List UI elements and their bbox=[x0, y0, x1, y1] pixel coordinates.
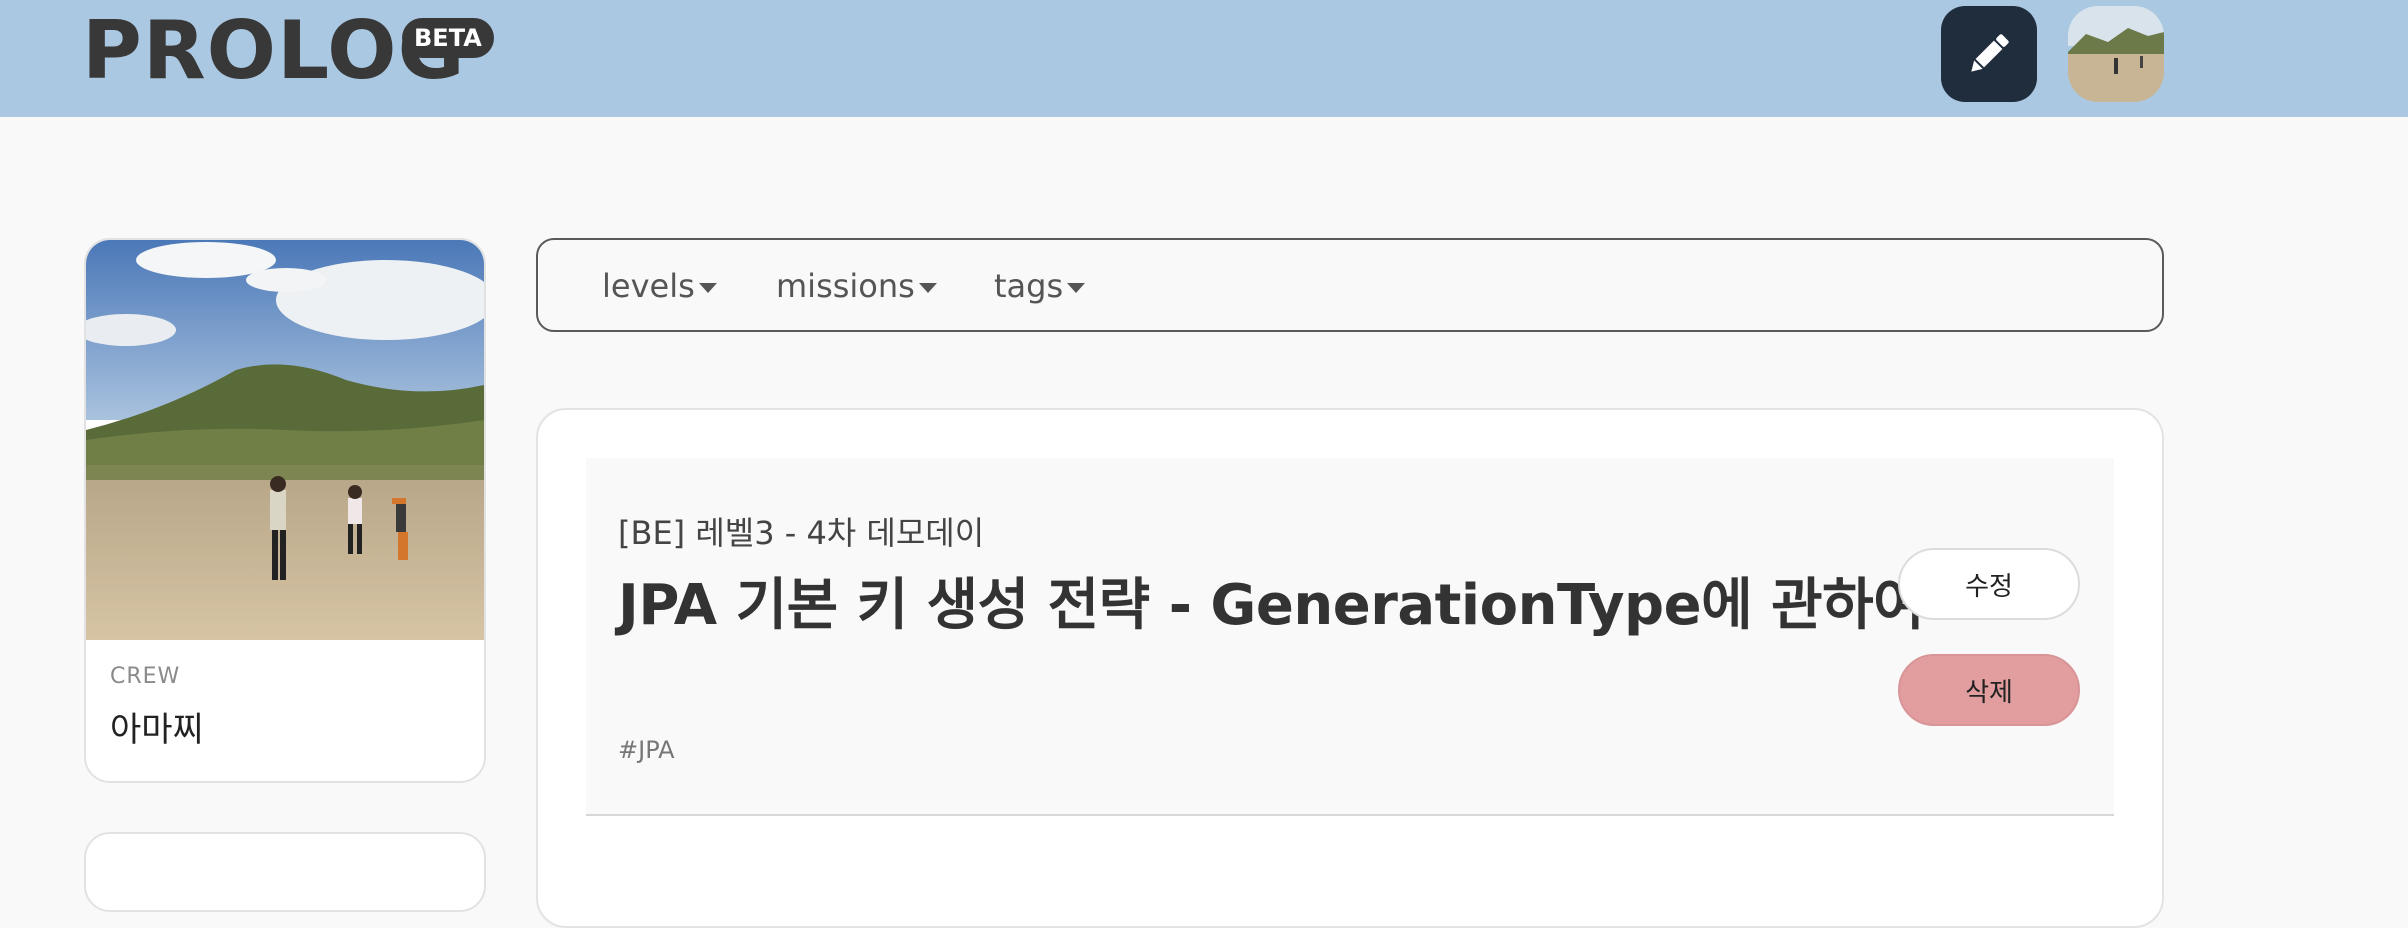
top-navigation-bar: PROLOG BETA bbox=[0, 0, 2408, 117]
avatar-photo bbox=[2068, 6, 2164, 102]
filter-tags[interactable]: tags bbox=[994, 266, 1086, 306]
profile-photo bbox=[86, 240, 484, 640]
profile-card[interactable]: CREW 아마찌 bbox=[84, 238, 486, 783]
post-item[interactable]: [BE] 레벨3 - 4차 데모데이 JPA 기본 키 생성 전략 - Gene… bbox=[586, 458, 2114, 816]
write-post-button[interactable] bbox=[1941, 6, 2037, 102]
post-mission: [BE] 레벨3 - 4차 데모데이 bbox=[618, 514, 985, 552]
filter-missions-label: missions bbox=[776, 267, 915, 305]
beta-badge: BETA bbox=[402, 18, 494, 58]
pencil-icon bbox=[1971, 34, 2009, 72]
caret-down-icon bbox=[918, 283, 937, 293]
filter-levels-label: levels bbox=[602, 267, 695, 305]
member-nickname: 아마찌 bbox=[110, 710, 204, 750]
filter-levels[interactable]: levels bbox=[602, 266, 717, 306]
user-avatar[interactable] bbox=[2068, 6, 2164, 102]
caret-down-icon bbox=[698, 283, 717, 293]
post-tag[interactable]: #JPA bbox=[618, 736, 675, 764]
filter-tags-label: tags bbox=[994, 267, 1064, 305]
post-title[interactable]: JPA 기본 키 생성 전략 - GenerationType에 관하여 bbox=[618, 560, 1925, 641]
delete-button[interactable]: 삭제 bbox=[1898, 654, 2080, 726]
caret-down-icon bbox=[1067, 283, 1086, 293]
filter-bar: levels missions tags bbox=[536, 238, 2164, 332]
sidebar-card bbox=[84, 832, 486, 912]
member-role: CREW bbox=[110, 664, 181, 689]
edit-button[interactable]: 수정 bbox=[1898, 548, 2080, 620]
filter-missions[interactable]: missions bbox=[776, 266, 937, 306]
